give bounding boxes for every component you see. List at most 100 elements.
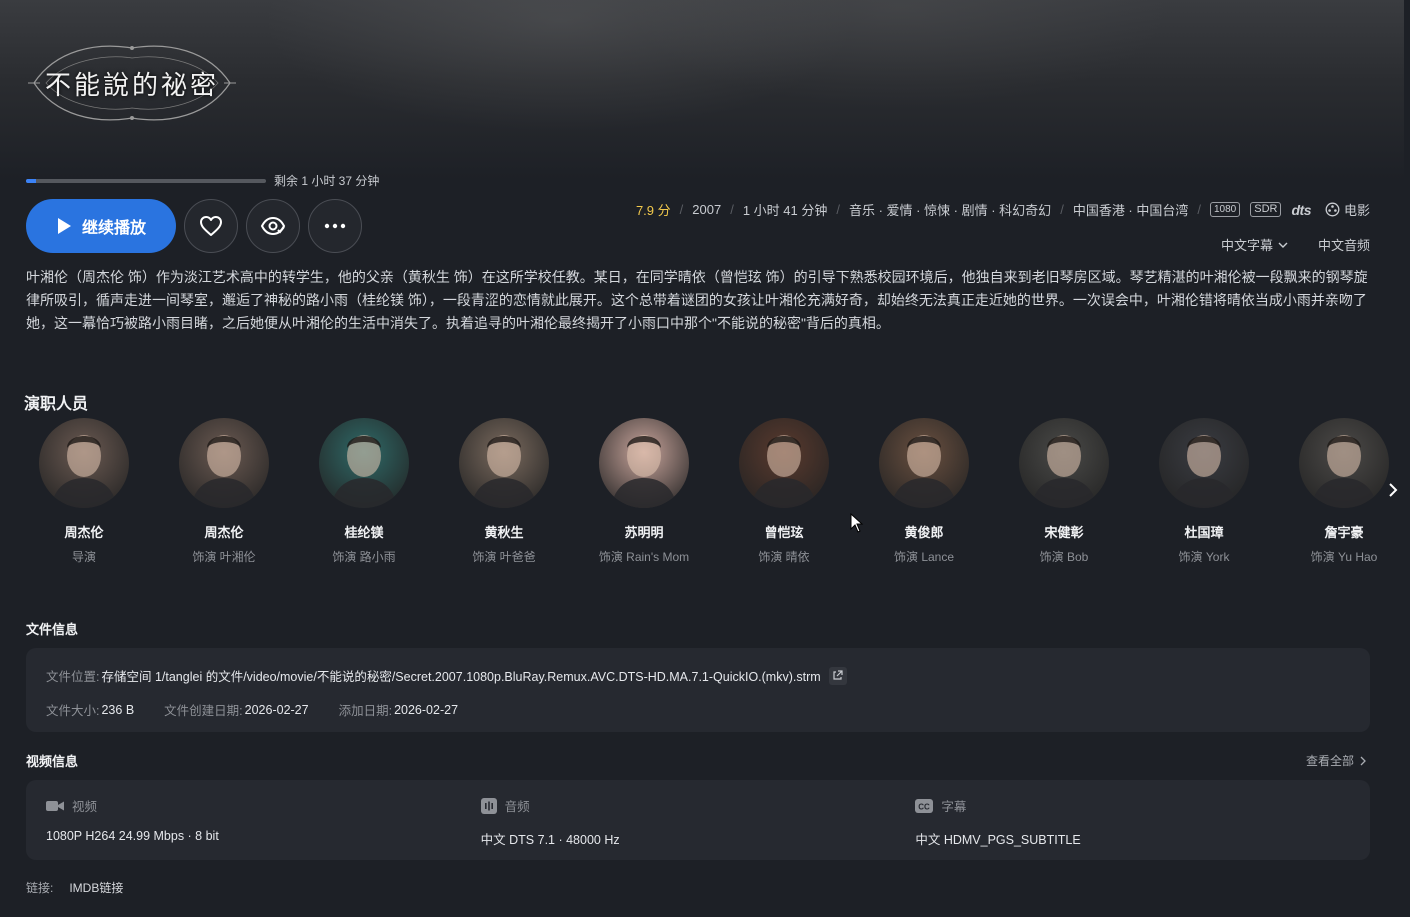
- person-silhouette-icon: [1311, 435, 1377, 508]
- audio-select[interactable]: 中文音频: [1318, 235, 1370, 254]
- page-scrollbar[interactable]: [1404, 0, 1410, 917]
- cast-avatar: [599, 418, 689, 508]
- cast-item[interactable]: 周杰伦 饰演 叶湘伦: [154, 418, 294, 565]
- cast-item[interactable]: 杜国璋饰演 York: [1134, 418, 1274, 565]
- movie-meta: 7.9 分 / 2007 / 1 小时 41 分钟 / 音乐 · 爱情 · 惊悚…: [636, 200, 1370, 219]
- audio-stream-header: 音频: [480, 796, 916, 815]
- cast-name: 周杰伦: [204, 525, 244, 540]
- person-silhouette-icon: [891, 435, 957, 508]
- cast-scroll-right-button[interactable]: [1383, 478, 1403, 502]
- external-link-icon: [833, 670, 843, 680]
- media-type-label: 电影: [1343, 203, 1370, 218]
- cast-item[interactable]: 周杰伦 导演: [14, 418, 154, 565]
- svg-text:CC: CC: [919, 802, 931, 811]
- resume-play-button[interactable]: 继续播放: [26, 199, 176, 253]
- cast-list: 周杰伦 导演 周杰伦 饰演 叶湘伦 桂纶镁 饰演 路小雨 黄秋生 饰演 叶爸爸 苏明明 饰演 Ra…: [14, 418, 1390, 565]
- eye-icon: [260, 216, 286, 236]
- links-label: 链接:: [26, 881, 54, 895]
- person-silhouette-icon: [1171, 435, 1237, 508]
- file-created-label: 文件创建日期:: [164, 704, 243, 718]
- subtitle-stream-value: 中文 HDMV_PGS_SUBTITLE: [915, 833, 1081, 847]
- cast-item[interactable]: 詹宇豪 饰演 Yu Hao: [1274, 418, 1390, 565]
- cast-role: 饰演 路小雨: [332, 550, 396, 564]
- open-external-button[interactable]: [828, 666, 847, 685]
- more-button[interactable]: [308, 199, 362, 253]
- cast-name: 杜国璋: [1184, 525, 1224, 540]
- cast-section-title: 演职人员: [24, 396, 89, 413]
- subtitle-select[interactable]: 中文字幕: [1221, 235, 1288, 254]
- file-location-label: 文件位置:: [46, 670, 100, 684]
- cast-avatar: [39, 418, 129, 508]
- file-size-value: 236 B: [101, 702, 135, 717]
- file-info-title: 文件信息: [26, 622, 79, 637]
- cast-item[interactable]: 曾恺玹 饰演 晴依: [714, 418, 854, 565]
- cast-role: 导演: [71, 550, 96, 564]
- external-links: 链接: IMDB链接: [26, 879, 123, 896]
- cast-avatar: [1159, 418, 1249, 508]
- audio-stream-label: 音频: [504, 800, 530, 814]
- cast-avatar: [1299, 418, 1389, 508]
- favorite-button[interactable]: [184, 199, 238, 253]
- cast-name: 桂纶镁: [344, 525, 384, 540]
- closed-caption-icon: CC: [915, 798, 934, 813]
- view-all-label: 查看全部: [1305, 754, 1354, 768]
- audio-stream-value: 中文 DTS 7.1 · 48000 Hz: [480, 833, 620, 847]
- chevron-right-icon: [1389, 483, 1398, 497]
- resume-play-label: 继续播放: [81, 220, 146, 237]
- cast-avatar: [739, 418, 829, 508]
- cast-role: 饰演 York: [1178, 550, 1230, 564]
- meta-separator: /: [730, 202, 734, 217]
- watch-progress: 剩余 1 小时 37 分钟: [26, 172, 379, 189]
- person-silhouette-icon: [611, 435, 677, 508]
- cast-item[interactable]: 苏明明 饰演 Rain's Mom: [574, 418, 714, 565]
- meta-separator: /: [836, 202, 840, 217]
- cast-item[interactable]: 黄俊郎 饰演 Lance: [854, 418, 994, 565]
- file-created-value: 2026-02-27: [244, 702, 309, 717]
- meta-separator: /: [679, 202, 684, 217]
- cast-item[interactable]: 宋健彰 饰演 Bob: [994, 418, 1134, 565]
- language-selectors: 中文字幕 中文音频: [1221, 235, 1370, 254]
- cast-role: 饰演 Rain's Mom: [598, 550, 690, 564]
- person-silhouette-icon: [331, 435, 397, 508]
- audio-select-value: 中文音频: [1317, 238, 1370, 253]
- cast-name: 黄秋生: [484, 525, 524, 540]
- media-type: 电影: [1325, 200, 1370, 219]
- cast-avatar: [319, 418, 409, 508]
- cast-role: 饰演 Yu Hao: [1310, 550, 1378, 564]
- video-stream-header: 视频: [46, 796, 481, 815]
- audio-icon: [480, 797, 497, 814]
- file-created: 文件创建日期: 2026-02-27: [164, 700, 308, 719]
- cast-name: 曾恺玹: [764, 525, 804, 540]
- cast-role: 饰演 Lance: [893, 550, 955, 564]
- cast-item[interactable]: 黄秋生 饰演 叶爸爸: [434, 418, 574, 565]
- runtime: 1 小时 41 分钟: [742, 203, 828, 218]
- mark-watched-button[interactable]: [246, 199, 300, 253]
- person-silhouette-icon: [51, 435, 117, 508]
- person-silhouette-icon: [471, 435, 537, 508]
- release-year: 2007: [692, 202, 722, 217]
- imdb-link[interactable]: IMDB链接: [69, 879, 123, 896]
- subtitle-stream-label: 字幕: [941, 800, 967, 814]
- video-stream-value: 1080P H264 24.99 Mbps · 8 bit: [46, 829, 219, 843]
- file-location-row: 文件位置: 存储空间 1/tanglei 的文件/video/movie/不能说…: [46, 666, 1350, 685]
- action-bar: 继续播放: [26, 199, 362, 253]
- cast-item[interactable]: 桂纶镁 饰演 路小雨: [294, 418, 434, 565]
- logo-title: 不能說的祕密: [44, 70, 219, 101]
- subtitle-stream-header: CC 字幕: [915, 796, 1350, 815]
- remaining-time: 剩余 1 小时 37 分钟: [274, 174, 380, 188]
- chevron-right-icon: [1360, 756, 1366, 765]
- video-camera-icon: [46, 800, 64, 811]
- cast-name: 宋健彰: [1044, 525, 1084, 540]
- dynamic-range-badge: SDR: [1250, 202, 1282, 217]
- resolution-badge: 1080: [1210, 202, 1241, 217]
- person-silhouette-icon: [751, 435, 817, 508]
- view-all-link[interactable]: 查看全部: [1306, 752, 1366, 769]
- file-location-value: 存储空间 1/tanglei 的文件/video/movie/不能说的秘密/Se…: [101, 670, 821, 684]
- file-details-row: 文件大小: 236 B 文件创建日期: 2026-02-27 添加日期: 202…: [46, 700, 1350, 719]
- film-reel-icon: [1325, 202, 1340, 217]
- video-stream: 视频 1080P H264 24.99 Mbps · 8 bit: [46, 796, 481, 844]
- more-icon: [324, 223, 346, 229]
- movie-logo: 不能說的祕密: [26, 40, 238, 126]
- video-stream-label: 视频: [72, 800, 98, 814]
- file-size: 文件大小: 236 B: [46, 700, 134, 719]
